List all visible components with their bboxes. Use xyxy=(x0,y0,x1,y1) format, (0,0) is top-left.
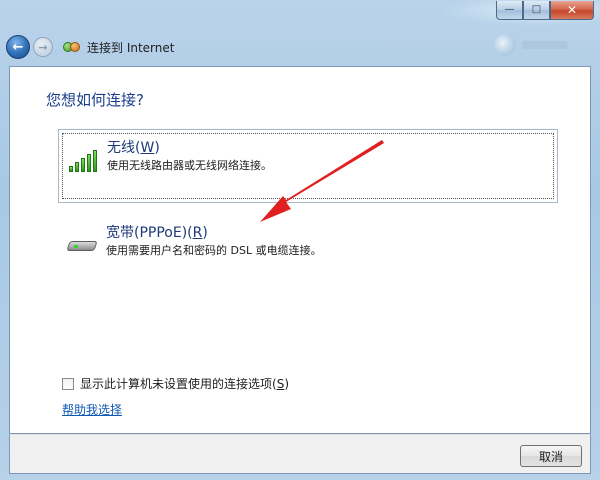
wizard-title: 连接到 Internet xyxy=(87,40,175,55)
option-broadband-title: 宽带(PPPoE)(R) xyxy=(106,225,208,241)
close-button[interactable]: ✕ xyxy=(550,1,594,20)
show-options-label: 显示此计算机未设置使用的连接选项(S) xyxy=(80,377,289,391)
network-wizard-icon xyxy=(63,39,81,55)
minimize-button[interactable]: — xyxy=(496,1,523,20)
option-broadband-desc: 使用需要用户名和密码的 DSL 或电缆连接。 xyxy=(106,244,322,257)
help-me-choose-link[interactable]: 帮助我选择 xyxy=(62,401,122,418)
wizard-header: ← → 连接到 Internet xyxy=(6,30,594,64)
maximize-button[interactable]: □ xyxy=(523,1,550,20)
option-wireless[interactable]: 无线(W) 使用无线路由器或无线网络连接。 xyxy=(58,129,558,203)
back-arrow-icon: ← xyxy=(12,39,24,55)
show-options-checkbox[interactable] xyxy=(62,377,74,390)
page-heading: 您想如何连接? xyxy=(46,91,144,109)
wizard-footer: 取消 xyxy=(9,434,591,474)
blurred-overlay xyxy=(494,32,574,58)
wireless-signal-icon xyxy=(67,142,101,176)
wizard-content: 您想如何连接? 无线(W) 使用无线路由器或无线网络连接。 宽带(PPPoE)(… xyxy=(9,66,591,434)
forward-arrow-icon: → xyxy=(38,40,48,54)
show-unconfigured-options[interactable]: 显示此计算机未设置使用的连接选项(S) xyxy=(62,375,289,392)
caption-buttons: — □ ✕ xyxy=(496,1,594,21)
option-broadband-pppoe[interactable]: 宽带(PPPoE)(R) 使用需要用户名和密码的 DSL 或电缆连接。 xyxy=(58,215,558,289)
cancel-button[interactable]: 取消 xyxy=(520,445,582,467)
broadband-modem-icon xyxy=(66,227,100,261)
back-button[interactable]: ← xyxy=(6,35,30,59)
focus-rectangle xyxy=(62,133,554,199)
forward-button[interactable]: → xyxy=(33,37,53,57)
